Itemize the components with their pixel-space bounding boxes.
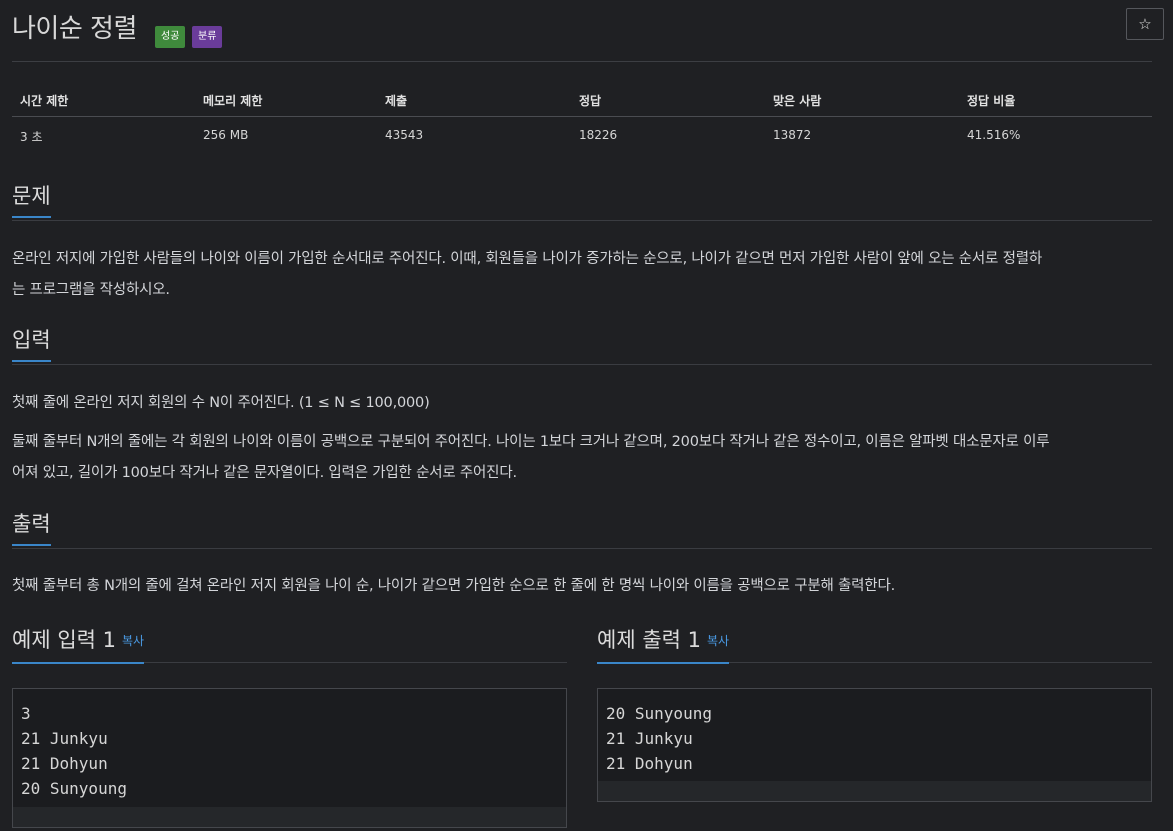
sample-output-scrollbar[interactable]	[598, 781, 1151, 801]
sample-output-heading: 예제 출력 1	[597, 628, 701, 652]
value-time-limit: 3 초	[20, 130, 43, 144]
sample-input-copy-link[interactable]: 복사	[122, 634, 144, 648]
description-text: 온라인 저지에 가입한 사람들의 나이와 이름이 가입한 순서대로 주어진다. …	[12, 244, 1152, 306]
description-line: 온라인 저지에 가입한 사람들의 나이와 이름이 가입한 순서대로 주어진다. …	[12, 251, 1043, 267]
star-button[interactable]: ☆	[1126, 8, 1164, 40]
description-section-header: 문제	[12, 182, 1152, 221]
sample-input-box[interactable]: 3 21 Junkyu 21 Dohyun 20 Sunyoung	[12, 688, 567, 828]
header-ratio: 정답 비율	[967, 94, 1016, 108]
sample-input-line: 3	[21, 704, 31, 723]
output-section-header: 출력	[12, 510, 1152, 549]
value-accepted: 18226	[579, 128, 618, 142]
header-accepted: 정답	[579, 94, 602, 108]
title-row: 나이순 정렬 성공 분류 ☆	[12, 6, 1164, 48]
value-memory-limit: 256 MB	[203, 128, 249, 142]
output-heading: 출력	[12, 510, 51, 546]
description-heading: 문제	[12, 182, 51, 218]
sample-input-line: 21 Junkyu	[21, 729, 108, 748]
sample-output-copy-link[interactable]: 복사	[707, 634, 729, 648]
sample-output-content: 20 Sunyoung 21 Junkyu 21 Dohyun	[598, 689, 1151, 784]
sample-input-scrollbar[interactable]	[13, 807, 566, 827]
problem-title: 나이순 정렬	[12, 14, 137, 44]
sample-output-line: 20 Sunyoung	[606, 704, 712, 723]
star-icon: ☆	[1138, 15, 1152, 33]
success-badge[interactable]: 성공	[155, 26, 186, 48]
header-solved-users: 맞은 사람	[773, 94, 822, 108]
sample-input-content: 3 21 Junkyu 21 Dohyun 20 Sunyoung	[13, 689, 566, 809]
sample-output-line: 21 Junkyu	[606, 729, 693, 748]
stats-table: 시간 제한 메모리 제한 제출 정답 맞은 사람 정답 비율 3 초 256 M…	[12, 84, 1152, 153]
output-paragraph: 첫째 줄부터 총 N개의 줄에 걸쳐 온라인 저지 회원을 나이 순, 나이가 …	[12, 578, 895, 594]
sample-output-header: 예제 출력 1 복사	[597, 626, 1152, 664]
value-submissions: 43543	[385, 128, 424, 142]
header-submissions: 제출	[385, 94, 408, 108]
input-line: 둘째 줄부터 N개의 줄에는 각 회원의 나이와 이름이 공백으로 구분되어 주…	[12, 434, 1050, 450]
sample-input-line: 21 Dohyun	[21, 754, 108, 773]
value-solved-users: 13872	[773, 128, 812, 142]
sample-output-box[interactable]: 20 Sunyoung 21 Junkyu 21 Dohyun	[597, 688, 1152, 802]
description-line: 는 프로그램을 작성하시오.	[12, 282, 170, 298]
sample-output-line: 21 Dohyun	[606, 754, 693, 773]
stats-value-row: 3 초 256 MB 43543 18226 13872 41.516%	[12, 117, 1152, 153]
input-heading: 입력	[12, 326, 51, 362]
sample-output-heading-wrap: 예제 출력 1 복사	[597, 626, 730, 664]
input-paragraph-2: 둘째 줄부터 N개의 줄에는 각 회원의 나이와 이름이 공백으로 구분되어 주…	[12, 427, 1152, 489]
value-ratio: 41.516%	[967, 128, 1021, 142]
sample-input-header: 예제 입력 1 복사	[12, 626, 567, 664]
sample-input-heading: 예제 입력 1	[12, 628, 116, 652]
input-line: 어져 있고, 길이가 100보다 작거나 같은 문자열이다. 입력은 가입한 순…	[12, 465, 517, 481]
input-section-header: 입력	[12, 326, 1152, 365]
category-badge[interactable]: 분류	[192, 26, 223, 48]
stats-header-row: 시간 제한 메모리 제한 제출 정답 맞은 사람 정답 비율	[12, 84, 1152, 117]
input-paragraph-1: 첫째 줄에 온라인 저지 회원의 수 N이 주어진다. (1 ≤ N ≤ 100…	[12, 395, 430, 411]
sample-input-heading-wrap: 예제 입력 1 복사	[12, 626, 145, 664]
header-memory-limit: 메모리 제한	[203, 94, 263, 108]
header-time-limit: 시간 제한	[20, 94, 69, 108]
sample-input-line: 20 Sunyoung	[21, 779, 127, 798]
title-divider	[12, 61, 1152, 62]
